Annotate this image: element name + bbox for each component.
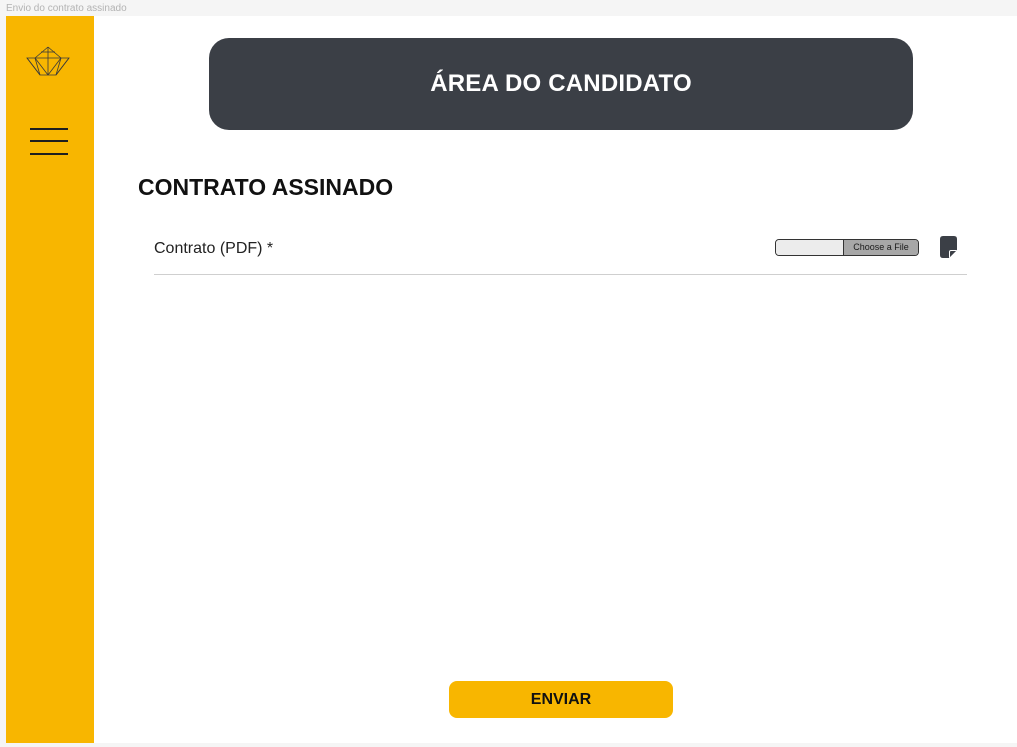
file-name-display [776, 240, 844, 255]
file-input[interactable]: Choose a File [775, 239, 919, 256]
page-canvas: ÁREA DO CANDIDATO CONTRATO ASSINADO Cont… [6, 16, 1017, 743]
section-title: CONTRATO ASSINADO [138, 174, 394, 200]
contract-upload-field: Contrato (PDF) * Choose a File [154, 234, 967, 275]
hamburger-menu-icon[interactable] [30, 125, 68, 157]
page-header: ÁREA DO CANDIDATO [209, 38, 913, 130]
choose-file-button[interactable]: Choose a File [844, 240, 918, 255]
frame-label: Envio do contrato assinado [6, 3, 127, 14]
submit-button[interactable]: ENVIAR [449, 681, 673, 718]
sidebar [6, 16, 94, 743]
contract-field-label: Contrato (PDF) * [154, 240, 274, 257]
geometric-crown-logo-icon [26, 46, 70, 76]
header-title: ÁREA DO CANDIDATO [430, 70, 692, 97]
document-icon[interactable] [940, 236, 957, 258]
